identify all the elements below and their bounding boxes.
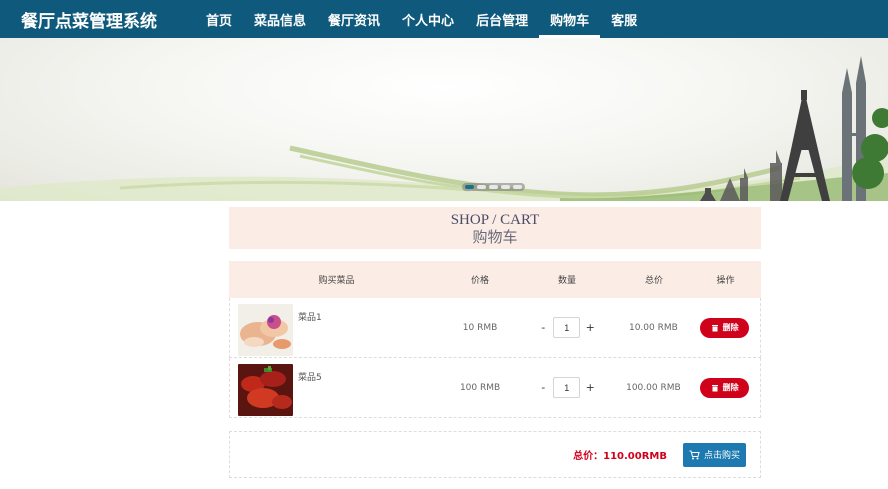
delete-button[interactable]: 删除 <box>700 377 750 398</box>
col-header-total: 总价 <box>644 276 663 286</box>
table-row: 菜品5 100 RMB - + 100.00 RMB 删除 <box>229 358 761 418</box>
nav-label: 购物车 <box>550 13 590 29</box>
delete-label: 删除 <box>722 323 739 332</box>
product-cell: 菜品1 <box>230 298 444 357</box>
qty-cell: - + <box>516 377 618 398</box>
nav-label: 餐厅资讯 <box>328 13 381 29</box>
cart-table-header: 购买菜品 价格 数量 总价 操作 <box>229 261 761 298</box>
dish-thumbnail[interactable] <box>238 364 293 416</box>
nav-label: 菜品信息 <box>254 13 307 29</box>
site-brand[interactable]: 餐厅点菜管理系统 <box>21 7 196 32</box>
carousel-dot[interactable] <box>501 185 510 189</box>
quantity-stepper: - + <box>516 377 618 398</box>
dish-image <box>238 364 293 416</box>
dish-price: 100 RMB <box>459 382 501 393</box>
top-navbar: 餐厅点菜管理系统 首页 菜品信息 餐厅资讯 个人中心 后台管理 购物车 客服 <box>0 0 888 38</box>
action-cell: 删除 <box>689 377 760 398</box>
carousel-indicators <box>462 183 525 191</box>
col-header-price: 价格 <box>470 276 489 286</box>
buy-label: 点击购买 <box>703 451 740 461</box>
trash-icon <box>711 324 718 331</box>
dish-image <box>238 304 293 356</box>
dish-name[interactable]: 菜品1 <box>298 310 322 323</box>
quantity-stepper: - + <box>516 317 618 338</box>
nav-label: 客服 <box>611 13 638 29</box>
col-header-qty: 数量 <box>557 276 576 286</box>
row-total: 10.00 RMB <box>628 322 678 333</box>
buy-button[interactable]: 点击购买 <box>682 442 746 467</box>
qty-decrease-button[interactable]: - <box>533 321 553 334</box>
carousel-dot[interactable] <box>489 185 498 189</box>
dish-thumbnail[interactable] <box>238 304 293 356</box>
cart-summary: 总价：110.00RMB 点击购买 <box>229 431 761 478</box>
carousel-dot[interactable] <box>465 185 474 189</box>
dish-price: 10 RMB <box>462 322 498 333</box>
carousel-dot[interactable] <box>477 185 486 189</box>
nav-label: 个人中心 <box>402 13 455 29</box>
table-row: 菜品1 10 RMB - + 10.00 RMB 删除 <box>229 298 761 358</box>
nav-item-home[interactable]: 首页 <box>195 0 243 38</box>
qty-input[interactable] <box>553 377 581 398</box>
nav-item-cart[interactable]: 购物车 <box>539 0 601 38</box>
row-total: 100.00 RMB <box>626 382 681 393</box>
nav-menu: 首页 菜品信息 餐厅资讯 个人中心 后台管理 购物车 客服 <box>195 0 648 38</box>
nav-item-profile[interactable]: 个人中心 <box>391 0 465 38</box>
nav-item-admin[interactable]: 后台管理 <box>465 0 539 38</box>
cart-table: 购买菜品 价格 数量 总价 操作 菜品1 10 RMB - 1 + 10.00 … <box>229 261 761 418</box>
page-title-cn: 购物车 <box>472 230 518 246</box>
nav-label: 首页 <box>206 13 233 29</box>
action-cell: 删除 <box>689 317 760 338</box>
nav-item-dishes[interactable]: 菜品信息 <box>243 0 317 38</box>
grand-total: 总价：110.00RMB <box>573 451 667 462</box>
delete-label: 删除 <box>722 383 739 392</box>
qty-input[interactable] <box>553 317 581 338</box>
banner-illustration <box>0 56 888 201</box>
nav-item-news[interactable]: 餐厅资讯 <box>317 0 391 38</box>
cart-icon <box>689 450 700 459</box>
qty-cell: - + <box>516 317 618 338</box>
col-header-dish: 购买菜品 <box>318 276 355 286</box>
trash-icon <box>711 384 718 391</box>
page-title: SHOP / CART 购物车 <box>229 207 761 249</box>
banner-carousel[interactable] <box>0 38 888 201</box>
page-title-en: SHOP / CART <box>450 212 540 228</box>
qty-decrease-button[interactable]: - <box>533 381 553 394</box>
nav-label: 后台管理 <box>476 13 529 29</box>
col-header-action: 操作 <box>716 276 735 286</box>
dish-name[interactable]: 菜品5 <box>298 370 322 383</box>
qty-increase-button[interactable]: + <box>580 381 600 394</box>
product-cell: 菜品5 <box>230 358 444 417</box>
nav-item-service[interactable]: 客服 <box>600 0 648 38</box>
carousel-dot[interactable] <box>513 185 522 189</box>
delete-button[interactable]: 删除 <box>700 317 750 338</box>
qty-increase-button[interactable]: + <box>580 321 600 334</box>
